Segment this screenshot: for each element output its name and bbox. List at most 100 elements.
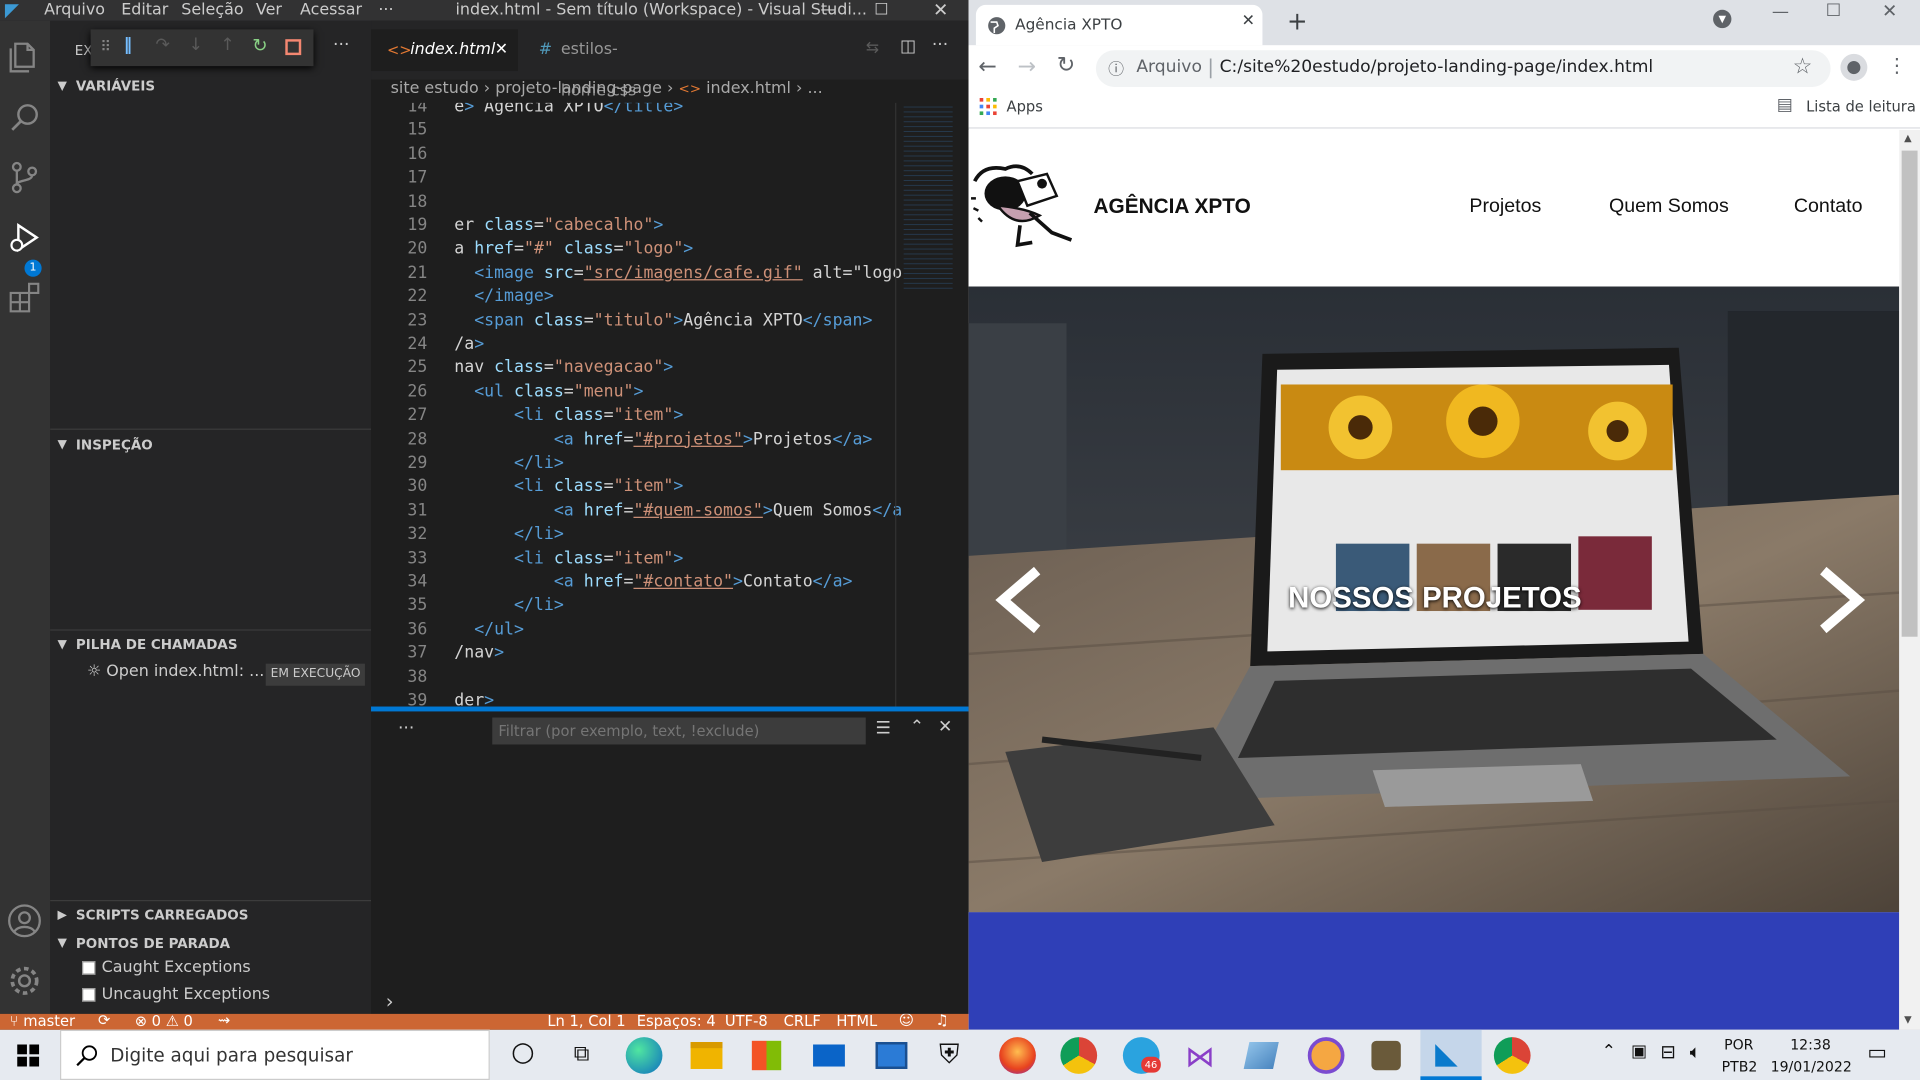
code-line[interactable]: nav class="navegacao">: [454, 358, 673, 378]
caught-exceptions-checkbox[interactable]: [82, 961, 96, 975]
nav-link-quem-somos[interactable]: Quem Somos: [1609, 196, 1729, 218]
chrome-menu-icon[interactable]: ⋮: [1887, 54, 1907, 77]
winrar-icon[interactable]: [1371, 1040, 1401, 1071]
filter-input[interactable]: [492, 717, 866, 745]
call-stack-item[interactable]: ☼ Open index.html: ...: [87, 662, 264, 680]
windows-start-icon[interactable]: [17, 1044, 40, 1067]
code-line[interactable]: <span class="titulo">Agência XPTO</span>: [454, 311, 872, 331]
step-over-icon[interactable]: ↷: [156, 36, 170, 56]
section-breakpoints[interactable]: ▼ PONTOS DE PARADA: [50, 931, 371, 958]
cortana-icon[interactable]: ○: [504, 1037, 541, 1074]
network-icon[interactable]: ⊟: [1660, 1041, 1675, 1063]
keyboard-layout[interactable]: PTB2: [1722, 1058, 1758, 1075]
eol-status[interactable]: CRLF: [784, 1014, 821, 1030]
chrome-icon[interactable]: [1060, 1037, 1098, 1074]
edge-icon[interactable]: [625, 1037, 663, 1074]
code-line[interactable]: e> Agência XPTO</title>: [454, 103, 683, 116]
url-text[interactable]: C:/site%20estudo/projeto-landing-page/in…: [1220, 58, 1654, 78]
close-panel-icon[interactable]: ✕: [938, 718, 952, 738]
pause-icon[interactable]: ‖: [124, 36, 133, 56]
minimize-icon[interactable]: —: [820, 0, 836, 21]
scroll-down-icon[interactable]: ▼: [1904, 1014, 1912, 1025]
drag-handle-icon[interactable]: ⠿: [100, 38, 111, 55]
coffee-logo-image[interactable]: [971, 154, 1079, 252]
apps-bookmark[interactable]: Apps: [1007, 98, 1043, 115]
tray-expand-icon[interactable]: ⌃: [1602, 1042, 1616, 1062]
info-icon[interactable]: ⓘ: [1108, 56, 1124, 79]
tab-close-icon[interactable]: ✕: [1242, 12, 1255, 30]
code-line[interactable]: <a href="#quem-somos">Quem Somos</a: [454, 501, 902, 521]
forward-icon[interactable]: →: [1018, 54, 1036, 80]
notifications-icon[interactable]: ▭: [1867, 1041, 1887, 1065]
section-variables[interactable]: ▼ VARIÁVEIS: [50, 73, 371, 100]
maximize-panel-icon[interactable]: ⌃: [910, 718, 924, 738]
clear-console-icon[interactable]: ☰: [876, 719, 891, 739]
problems-status[interactable]: ⊗ 0 ⚠ 0: [135, 1014, 193, 1030]
notepad-icon[interactable]: [1243, 1042, 1279, 1069]
step-into-icon[interactable]: ↓: [189, 36, 203, 56]
reading-list-button[interactable]: Lista de leitura: [1806, 98, 1916, 115]
browser-tab[interactable]: Agência XPTO ✕: [975, 4, 1263, 46]
compare-icon[interactable]: ⇆: [866, 39, 879, 57]
code-line[interactable]: </li>: [454, 453, 564, 473]
code-line[interactable]: <image src="src/imagens/cafe.gif" alt="l…: [454, 263, 902, 283]
menu-acessar[interactable]: Acessar: [300, 0, 362, 21]
meet-icon[interactable]: ▣: [1631, 1042, 1647, 1062]
clock-time[interactable]: 12:38: [1790, 1036, 1831, 1053]
code-line[interactable]: der>: [454, 691, 494, 707]
tab-search-icon[interactable]: ▼: [1713, 9, 1732, 29]
maximize-icon[interactable]: ☐: [1826, 1, 1841, 21]
code-line[interactable]: </ul>: [454, 619, 524, 639]
console-prompt-icon[interactable]: ›: [386, 989, 394, 1012]
settings-gear-icon[interactable]: [6, 962, 43, 999]
bell-icon[interactable]: ♫: [936, 1014, 949, 1029]
back-icon[interactable]: ←: [978, 54, 996, 80]
control-panel-icon[interactable]: [875, 1042, 908, 1069]
breadcrumb-folder[interactable]: site estudo: [391, 80, 479, 98]
code-line[interactable]: <a href="#projetos">Projetos</a>: [454, 429, 873, 449]
task-view-icon[interactable]: ⧉: [563, 1041, 600, 1078]
scrollbar-thumb[interactable]: [1901, 150, 1918, 637]
run-debug-icon[interactable]: [6, 219, 43, 256]
nav-link-projetos[interactable]: Projetos: [1469, 196, 1541, 218]
code-line[interactable]: </li>: [454, 524, 564, 544]
search-icon[interactable]: [6, 99, 43, 136]
account-icon[interactable]: [6, 902, 43, 939]
menu-editar[interactable]: Editar: [121, 0, 168, 21]
code-line[interactable]: </li>: [454, 596, 564, 616]
code-line[interactable]: /nav>: [454, 643, 504, 663]
section-call-stack[interactable]: ▼ PILHA DE CHAMADAS: [50, 632, 371, 659]
file-explorer-icon[interactable]: [690, 1042, 723, 1069]
reload-icon[interactable]: ↻: [1057, 53, 1075, 79]
code-line[interactable]: <a href="#contato">Contato</a>: [454, 572, 853, 592]
language-status[interactable]: HTML: [836, 1014, 877, 1030]
mail-icon[interactable]: [813, 1044, 845, 1067]
maximize-icon[interactable]: ☐: [874, 0, 888, 21]
close-window-icon[interactable]: ✕: [1882, 0, 1897, 22]
run-icon[interactable]: ⇝: [218, 1014, 230, 1029]
breadcrumb-file[interactable]: index.html: [706, 80, 791, 98]
address-bar[interactable]: ⓘ Arquivo | C:/site%20estudo/projeto-lan…: [1095, 50, 1831, 87]
section-inspection[interactable]: ▼ INSPEÇÃO: [50, 432, 371, 459]
vscode-taskbar-item[interactable]: ◣: [1420, 1029, 1482, 1080]
code-editor[interactable]: 14 e> Agência XPTO</title> 15 16 17 18 19 er cl…: [371, 103, 969, 707]
menu-arquivo[interactable]: Arquivo: [44, 0, 105, 21]
carousel-next-arrow-icon[interactable]: [1818, 566, 1867, 635]
split-editor-icon[interactable]: ◫: [900, 37, 916, 57]
keyboard-language[interactable]: POR: [1724, 1036, 1753, 1053]
extensions-icon[interactable]: [6, 279, 43, 316]
tab-index-html[interactable]: <> index.html ✕: [371, 29, 518, 72]
code-line[interactable]: </image>: [454, 287, 554, 307]
firefox-icon[interactable]: [999, 1037, 1036, 1074]
site-brand-title[interactable]: AGÊNCIA XPTO: [1093, 195, 1250, 219]
code-line[interactable]: a href="#" class="logo">: [454, 239, 693, 259]
clock-date[interactable]: 19/01/2022: [1771, 1058, 1852, 1075]
tab-close-icon[interactable]: ✕: [495, 29, 508, 71]
code-line[interactable]: <ul class="menu">: [454, 382, 643, 402]
volume-icon[interactable]: 🔈︎: [1690, 1041, 1701, 1063]
code-line[interactable]: <li class="item">: [454, 406, 683, 426]
profile-icon[interactable]: ●: [1840, 53, 1868, 81]
panel-more-icon[interactable]: ···: [398, 719, 414, 739]
menu-more[interactable]: ···: [378, 0, 393, 21]
reading-list-icon[interactable]: ▤: [1777, 96, 1793, 116]
